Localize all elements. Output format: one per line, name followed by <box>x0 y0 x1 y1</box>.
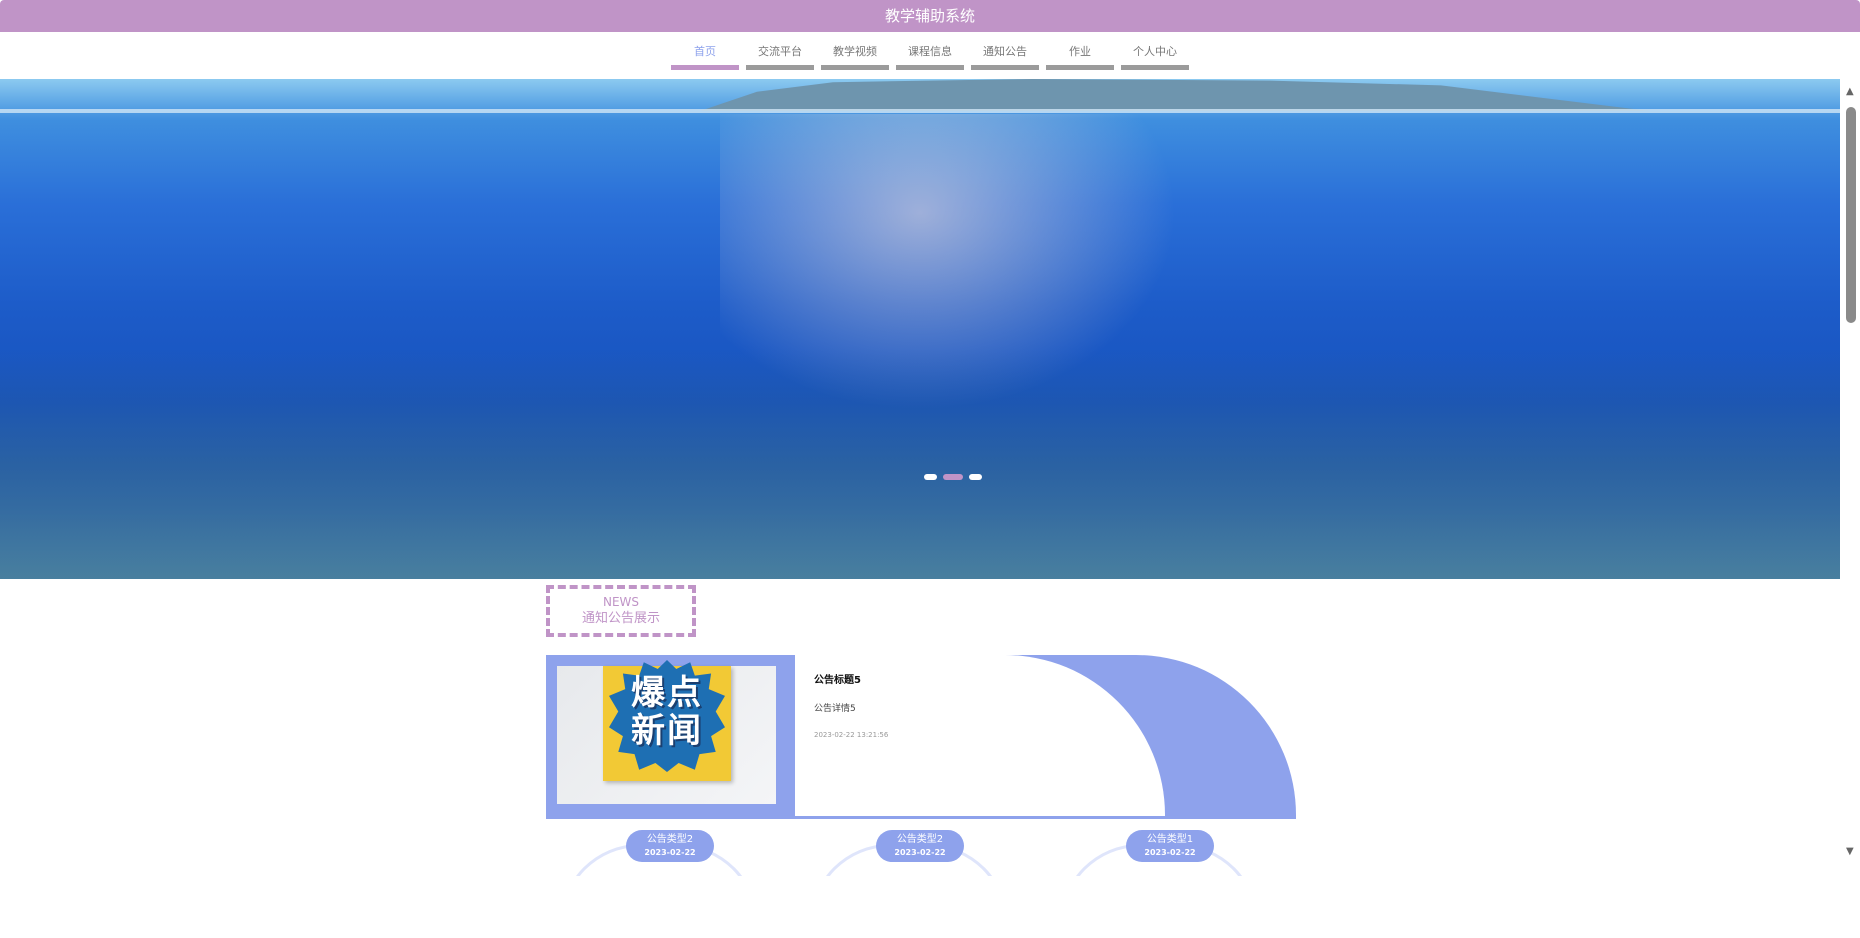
scroll-up-arrow-icon[interactable]: ▲ <box>1846 87 1854 97</box>
notice-type-card[interactable]: 公告类型2 2023-02-22 <box>546 830 772 876</box>
nav-item-course-info[interactable]: 课程信息 <box>896 45 964 70</box>
notice-type-name: 公告类型1 <box>1146 834 1194 845</box>
news-poster-image: 爆点新闻 <box>603 660 731 781</box>
notice-type-date: 2023-02-22 <box>1144 848 1196 857</box>
notice-content: 公告标题5 公告详情5 2023-02-22 13:21:56 <box>795 655 1165 816</box>
main-nav: 首页 交流平台 教学视频 课程信息 通知公告 作业 个人中心 <box>0 32 1860 78</box>
banner-reef <box>0 349 1840 579</box>
news-section-heading: NEWS 通知公告展示 <box>546 585 696 637</box>
news-heading-en: NEWS <box>602 595 640 609</box>
notice-type-card[interactable]: 公告类型1 2023-02-22 <box>1046 830 1272 876</box>
nav-item-home[interactable]: 首页 <box>671 45 739 70</box>
top-header-bar: 教学辅助系统 <box>0 0 1860 32</box>
notice-type-card[interactable]: 公告类型2 2023-02-22 <box>796 830 1022 876</box>
banner-carousel[interactable] <box>0 79 1840 579</box>
page-scrollbar[interactable]: ▲ ▼ <box>1842 79 1860 864</box>
carousel-dot-1[interactable] <box>924 474 937 480</box>
notice-type-badge: 公告类型2 2023-02-22 <box>626 830 714 862</box>
site-title: 教学辅助系统 <box>884 7 975 25</box>
notice-thumbnail[interactable]: 爆点新闻 <box>557 660 776 804</box>
poster-text: 爆点新闻 <box>631 673 703 751</box>
carousel-dot-3[interactable] <box>969 474 982 480</box>
nav-item-forum[interactable]: 交流平台 <box>746 45 814 70</box>
notice-title[interactable]: 公告标题5 <box>814 671 861 686</box>
nav-item-notices[interactable]: 通知公告 <box>971 45 1039 70</box>
notice-detail: 公告详情5 <box>814 704 856 714</box>
notice-type-date: 2023-02-22 <box>644 848 696 857</box>
carousel-dot-2[interactable] <box>943 474 963 480</box>
notice-type-name: 公告类型2 <box>646 834 694 845</box>
notice-type-date: 2023-02-22 <box>894 848 946 857</box>
notice-type-badge: 公告类型2 2023-02-22 <box>876 830 964 862</box>
news-heading-cn: 通知公告展示 <box>581 611 660 626</box>
banner-mountain <box>700 79 1650 111</box>
notice-type-name: 公告类型2 <box>896 834 944 845</box>
scroll-down-arrow-icon[interactable]: ▼ <box>1846 847 1854 857</box>
notice-time: 2023-02-22 13:21:56 <box>814 731 889 739</box>
nav-item-profile[interactable]: 个人中心 <box>1121 45 1189 70</box>
notice-type-badge: 公告类型1 2023-02-22 <box>1126 830 1214 862</box>
nav-item-teaching-video[interactable]: 教学视频 <box>821 45 889 70</box>
nav-item-homework[interactable]: 作业 <box>1046 45 1114 70</box>
notice-type-list: 公告类型2 2023-02-22 公告类型2 2023-02-22 公告类型1 … <box>546 830 1296 876</box>
carousel-indicators <box>924 474 982 480</box>
banner-horizon <box>0 109 1840 113</box>
featured-notice-card[interactable]: 爆点新闻 公告标题5 公告详情5 2023-02-22 13:21:56 <box>546 655 1296 819</box>
scrollbar-thumb[interactable] <box>1846 107 1856 323</box>
